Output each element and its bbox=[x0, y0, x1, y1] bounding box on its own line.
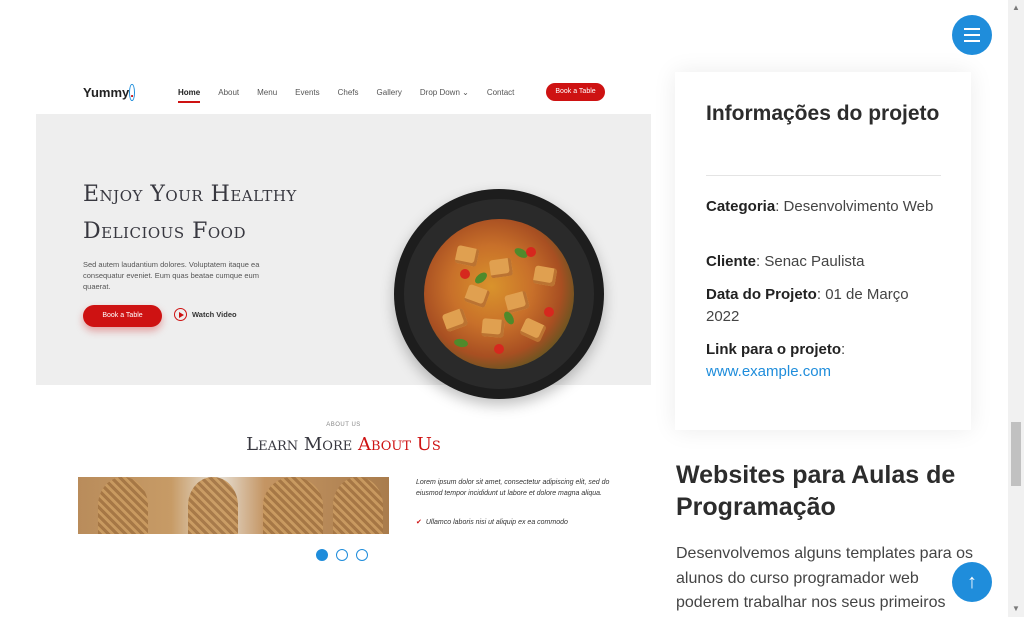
preview-about-title: Learn More About Us bbox=[246, 434, 441, 455]
preview-about-check: ✔ Ullamco laboris nisi ut aliquip ex ea c… bbox=[416, 519, 568, 526]
preview-hero-title: Enjoy Your Healthy Delicious Food bbox=[83, 182, 297, 244]
category-row: Categoria: Desenvolvimento Web bbox=[706, 198, 934, 215]
preview-menu-item: About bbox=[218, 88, 240, 97]
preview-menu-item: Contact bbox=[486, 88, 515, 97]
section-title: Websites para Aulas de Programação bbox=[676, 461, 956, 521]
back-to-top-button[interactable]: ↑ bbox=[952, 562, 992, 602]
preview-menu-item: Gallery bbox=[376, 88, 402, 97]
preview-menu-item: Drop Down ⌄ bbox=[419, 88, 469, 97]
check-icon: ✔ bbox=[416, 519, 422, 526]
scroll-down-arrow-icon[interactable]: ▼ bbox=[1008, 601, 1024, 617]
preview-menu-item: Chefs bbox=[337, 88, 359, 97]
carousel-dot[interactable] bbox=[356, 549, 368, 561]
page: Yummy. Home About Menu Events Chefs Gall… bbox=[0, 0, 1008, 617]
menu-toggle-button[interactable] bbox=[952, 15, 992, 55]
link-row: Link para o projeto: www.example.com bbox=[706, 341, 846, 380]
arrow-up-icon: ↑ bbox=[967, 570, 977, 593]
preview-about-label: ABOUT US bbox=[326, 422, 361, 428]
project-info-title: Informações do projeto bbox=[706, 102, 940, 125]
project-preview-image: Yummy. Home About Menu Events Chefs Gall… bbox=[36, 72, 651, 534]
divider bbox=[706, 175, 941, 176]
carousel-pagination bbox=[316, 549, 368, 561]
scroll-up-arrow-icon[interactable]: ▲ bbox=[1008, 0, 1024, 16]
hamburger-icon bbox=[964, 28, 980, 42]
date-row: Data do Projeto: 01 de Março 2022 bbox=[706, 286, 909, 325]
project-info-card: Informações do projeto Categoria: Desenv… bbox=[675, 72, 971, 430]
preview-about-text: Lorem ipsum dolor sit amet, consectetur … bbox=[416, 479, 610, 497]
client-row: Cliente: Senac Paulista bbox=[706, 253, 865, 270]
carousel-dot[interactable] bbox=[316, 549, 328, 561]
preview-book-button: Book a Table bbox=[546, 83, 605, 101]
preview-menu-item: Home bbox=[178, 88, 201, 103]
preview-hero-book-button: Book a Table bbox=[83, 305, 162, 327]
preview-watch-video: Watch Video bbox=[174, 308, 237, 321]
project-link[interactable]: www.example.com bbox=[706, 363, 831, 380]
preview-logo: Yummy. bbox=[83, 84, 135, 101]
preview-hero-text: Sed autem laudantium dolores. Voluptatem… bbox=[83, 260, 260, 291]
preview-hero: Enjoy Your Healthy Delicious Food Sed au… bbox=[36, 114, 651, 399]
preview-menu-item: Events bbox=[295, 88, 320, 97]
play-icon bbox=[174, 308, 187, 321]
carousel-dot[interactable] bbox=[336, 549, 348, 561]
scrollbar-thumb[interactable] bbox=[1011, 422, 1021, 486]
preview-lamps-photo bbox=[78, 477, 389, 534]
section-text: Desenvolvemos alguns templates para os a… bbox=[676, 545, 974, 611]
food-plate-image bbox=[394, 189, 604, 399]
page-scrollbar[interactable]: ▲ ▼ bbox=[1008, 0, 1024, 617]
preview-menu-item: Menu bbox=[257, 88, 278, 97]
preview-navbar: Yummy. Home About Menu Events Chefs Gall… bbox=[36, 72, 651, 114]
preview-menu: Home About Menu Events Chefs Gallery Dro… bbox=[178, 88, 532, 103]
